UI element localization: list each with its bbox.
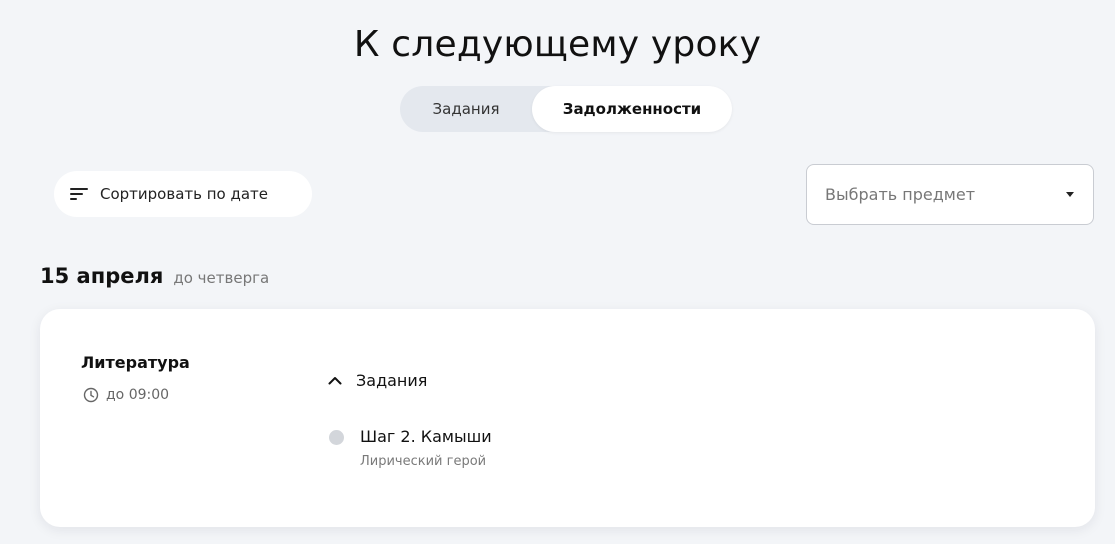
sort-icon bbox=[70, 188, 88, 200]
task-description: Лирический герой bbox=[360, 454, 487, 469]
tasks-section-toggle[interactable]: Задания bbox=[328, 371, 427, 390]
tasks-section-label: Задания bbox=[356, 371, 428, 390]
tab-debts[interactable]: Задолженности bbox=[532, 86, 732, 132]
deadline: до 09:00 bbox=[83, 387, 169, 403]
sort-by-date-button[interactable]: Сортировать по дате bbox=[54, 171, 312, 217]
subject-name: Литература bbox=[81, 353, 190, 372]
tab-switcher: Задания Задолженности bbox=[400, 86, 732, 132]
group-date: 15 апреля bbox=[40, 264, 164, 288]
caret-down-icon bbox=[1066, 191, 1074, 197]
sort-button-label: Сортировать по дате bbox=[100, 185, 269, 203]
task-text: Шаг 2. Камыши Лирический герой bbox=[360, 427, 492, 469]
page-title: К следующему уроку bbox=[353, 24, 762, 65]
clock-icon bbox=[83, 387, 99, 403]
lesson-card: Литература до 09:00 Задания Шаг 2. Камыш… bbox=[40, 309, 1095, 527]
task-title: Шаг 2. Камыши bbox=[360, 427, 492, 446]
subject-select[interactable]: Выбрать предмет bbox=[806, 164, 1094, 225]
page: К следующему уроку Задания Задолженности… bbox=[0, 0, 1115, 544]
group-due-note: до четверга bbox=[173, 269, 270, 287]
subject-select-placeholder: Выбрать предмет bbox=[825, 185, 976, 204]
date-group-header: 15 апреля до четверга bbox=[40, 264, 269, 288]
chevron-up-icon bbox=[328, 377, 342, 385]
tab-assignments[interactable]: Задания bbox=[400, 86, 532, 132]
task-status-dot bbox=[329, 430, 344, 445]
deadline-time: до 09:00 bbox=[106, 387, 170, 403]
task-item[interactable]: Шаг 2. Камыши Лирический герой bbox=[329, 427, 492, 469]
